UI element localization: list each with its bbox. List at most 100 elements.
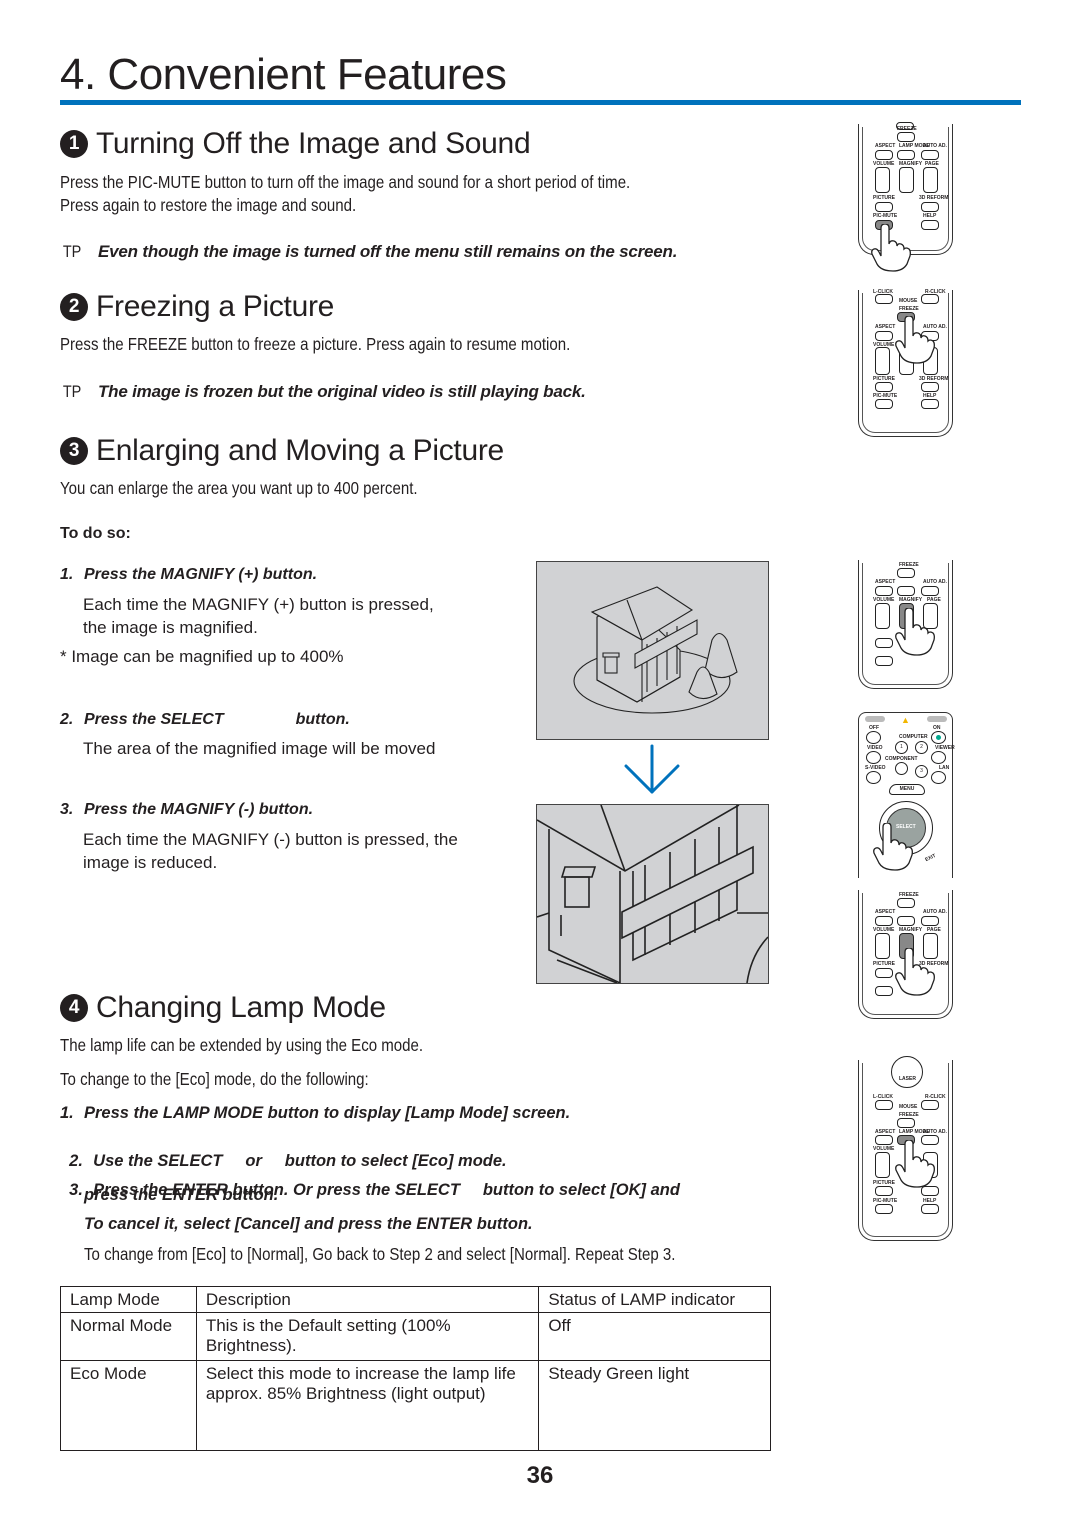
remote-label: LAN bbox=[939, 765, 950, 771]
remote-lamp-mode-illustration: LASER L-CLICK R-CLICK MOUSE FREEZE ASPEC… bbox=[858, 1056, 953, 1241]
remote-label: AUTO AD. bbox=[923, 143, 947, 149]
remote-label: MOUSE bbox=[899, 298, 918, 304]
section-title: Enlarging and Moving a Picture bbox=[96, 434, 504, 467]
step-title-text: Press the SELECT bbox=[84, 711, 224, 728]
table-header: Lamp Mode bbox=[60, 1286, 197, 1313]
step-number: 2. bbox=[60, 711, 74, 728]
remote-magnify-illustration: FREEZE ASPECT AUTO AD. VOLUME MAGNIFY PA… bbox=[858, 560, 953, 689]
section-1-tip: TP Even though the image is turned off th… bbox=[60, 242, 678, 262]
pointing-hand-icon bbox=[895, 1140, 935, 1188]
section-title: Freezing a Picture bbox=[96, 290, 335, 323]
remote-label: COMPUTER bbox=[899, 734, 928, 740]
section-2-body: Press the FREEZE button to freeze a pict… bbox=[60, 334, 571, 354]
section-1-body-line-1: Press the PIC-MUTE button to turn off th… bbox=[60, 172, 631, 192]
step-body-line: Each time the MAGNIFY (+) button is pres… bbox=[83, 595, 434, 614]
lamp-revert-note: To change from [Eco] to [Normal], Go bac… bbox=[84, 1244, 676, 1264]
remote-freeze-illustration: L-CLICK R-CLICK MOUSE FREEZE ASPECT AUTO… bbox=[858, 289, 953, 437]
table-cell: Eco Mode bbox=[60, 1360, 197, 1451]
tip-label: TP bbox=[62, 242, 82, 261]
lamp-step-1: 1. Press the LAMP MODE button to display … bbox=[60, 1104, 570, 1123]
remote-select-illustration: ▲ OFF ON COMPUTER VIDEO VIEWER 1 2 COMPO… bbox=[858, 712, 955, 878]
warning-icon: ▲ bbox=[901, 715, 910, 725]
pointing-hand-icon bbox=[895, 316, 935, 364]
section-number-badge: 2 bbox=[60, 293, 88, 321]
remote-label: HELP bbox=[923, 213, 937, 219]
remote-label: ASPECT bbox=[875, 579, 896, 585]
house-magnified-drawing-icon bbox=[537, 805, 768, 983]
step-number: 3. bbox=[60, 801, 74, 818]
lamp-mode-table: Lamp Mode Description Status of LAMP ind… bbox=[60, 1286, 771, 1451]
magnify-step-1-title: 1. Press the MAGNIFY (+) button. bbox=[60, 566, 317, 584]
table-row: Normal Mode This is the Default setting … bbox=[60, 1312, 771, 1361]
section-2-heading: 2 Freezing a Picture bbox=[60, 290, 334, 324]
table-header: Status of LAMP indicator bbox=[538, 1286, 771, 1313]
todo-label: To do so: bbox=[60, 525, 131, 542]
section-2-tip: TP The image is frozen but the original v… bbox=[60, 382, 586, 402]
remote-label: ASPECT bbox=[875, 909, 896, 915]
remote-magnify-minus-illustration: FREEZE ASPECT AUTO AD. VOLUME MAGNIFY PA… bbox=[858, 890, 953, 1019]
house-drawing-icon bbox=[573, 586, 738, 714]
magnify-step-1-body: Each time the MAGNIFY (+) button is pres… bbox=[83, 593, 434, 639]
remote-label: PIC-MUTE bbox=[873, 213, 898, 219]
table-cell: Select this mode to increase the lamp li… bbox=[195, 1360, 540, 1451]
remote-laser-button bbox=[891, 1056, 923, 1088]
pointing-hand-icon bbox=[873, 823, 913, 871]
tip-label: TP bbox=[62, 382, 82, 401]
table-row: Eco Mode Select this mode to increase th… bbox=[60, 1360, 771, 1451]
section-3-heading: 3 Enlarging and Moving a Picture bbox=[60, 434, 504, 468]
section-3-body: You can enlarge the area you want up to … bbox=[60, 478, 418, 498]
remote-label: AUTO AD. bbox=[923, 579, 947, 585]
section-title: Turning Off the Image and Sound bbox=[96, 127, 531, 160]
pointing-hand-icon bbox=[895, 948, 935, 996]
section-4-heading: 4 Changing Lamp Mode bbox=[60, 991, 386, 1025]
remote-menu-button: MENU bbox=[889, 784, 925, 795]
section-number-badge: 3 bbox=[60, 437, 88, 465]
table-header: Description bbox=[195, 1286, 540, 1313]
section-1-body-line-2: Press again to restore the image and sou… bbox=[60, 195, 357, 215]
magnify-step-3-title: 3. Press the MAGNIFY (-) button. bbox=[60, 801, 313, 819]
lamp-step-3-cont: press the ENTER button. bbox=[84, 1186, 279, 1204]
remote-computer-1-button: 1 bbox=[895, 741, 908, 754]
pointing-hand-icon bbox=[871, 224, 911, 272]
tip-text: The image is frozen but the original vid… bbox=[98, 382, 586, 401]
lamp-cancel-note: To cancel it, select [Cancel] and press … bbox=[84, 1215, 533, 1233]
table-cell: Off bbox=[538, 1312, 771, 1361]
chapter-title: 4. Convenient Features bbox=[60, 50, 507, 99]
remote-label: MOUSE bbox=[899, 1104, 918, 1110]
page-number: 36 bbox=[526, 1462, 554, 1489]
down-arrow-icon bbox=[622, 744, 682, 796]
house-illustration-normal bbox=[536, 561, 769, 740]
section-number-badge: 4 bbox=[60, 994, 88, 1022]
remote-computer-3-button: 3 bbox=[915, 765, 928, 778]
step-title-text: Press the LAMP MODE button to display [L… bbox=[84, 1104, 571, 1122]
step-body-line: image is reduced. bbox=[83, 853, 218, 872]
tip-text: Even though the image is turned off the … bbox=[98, 242, 678, 261]
remote-freeze-button bbox=[897, 132, 915, 142]
step-title-text: Press the MAGNIFY (-) button. bbox=[84, 801, 314, 818]
table-header-row: Lamp Mode Description Status of LAMP ind… bbox=[60, 1286, 771, 1313]
table-cell: Normal Mode bbox=[60, 1312, 197, 1361]
remote-label: AUTO AD. bbox=[923, 909, 947, 915]
remote-label: EXIT bbox=[924, 852, 937, 864]
remote-pic-mute-illustration: FREEZE ASPECT LAMP MODE AUTO AD. VOLUME … bbox=[858, 122, 953, 272]
magnify-step-2-body: The area of the magnified image will be … bbox=[83, 739, 436, 758]
remote-label: VIDEO bbox=[867, 745, 883, 751]
remote-label: ASPECT bbox=[875, 143, 896, 149]
chapter-rule bbox=[60, 100, 1021, 105]
step-number: 1. bbox=[60, 1104, 74, 1122]
section-4-body-line-1: The lamp life can be extended by using t… bbox=[60, 1035, 424, 1055]
remote-computer-2-button: 2 bbox=[915, 741, 928, 754]
remote-label: 3D REFORM bbox=[919, 195, 949, 201]
step-title-text: Press the MAGNIFY (+) button. bbox=[84, 566, 318, 583]
section-1-heading: 1 Turning Off the Image and Sound bbox=[60, 127, 531, 161]
remote-label: PICTURE bbox=[873, 961, 895, 967]
step-number: 1. bbox=[60, 566, 74, 583]
magnify-step-3-body: Each time the MAGNIFY (-) button is pres… bbox=[83, 828, 458, 874]
house-illustration-magnified bbox=[536, 804, 769, 984]
table-cell: Steady Green light bbox=[538, 1360, 771, 1451]
remote-label: LASER bbox=[899, 1076, 916, 1082]
remote-label: S-VIDEO bbox=[865, 765, 886, 771]
section-4-body-line-2: To change to the [Eco] mode, do the foll… bbox=[60, 1069, 369, 1089]
magnify-note: * Image can be magnified up to 400% bbox=[60, 647, 344, 666]
section-number-badge: 1 bbox=[60, 130, 88, 158]
